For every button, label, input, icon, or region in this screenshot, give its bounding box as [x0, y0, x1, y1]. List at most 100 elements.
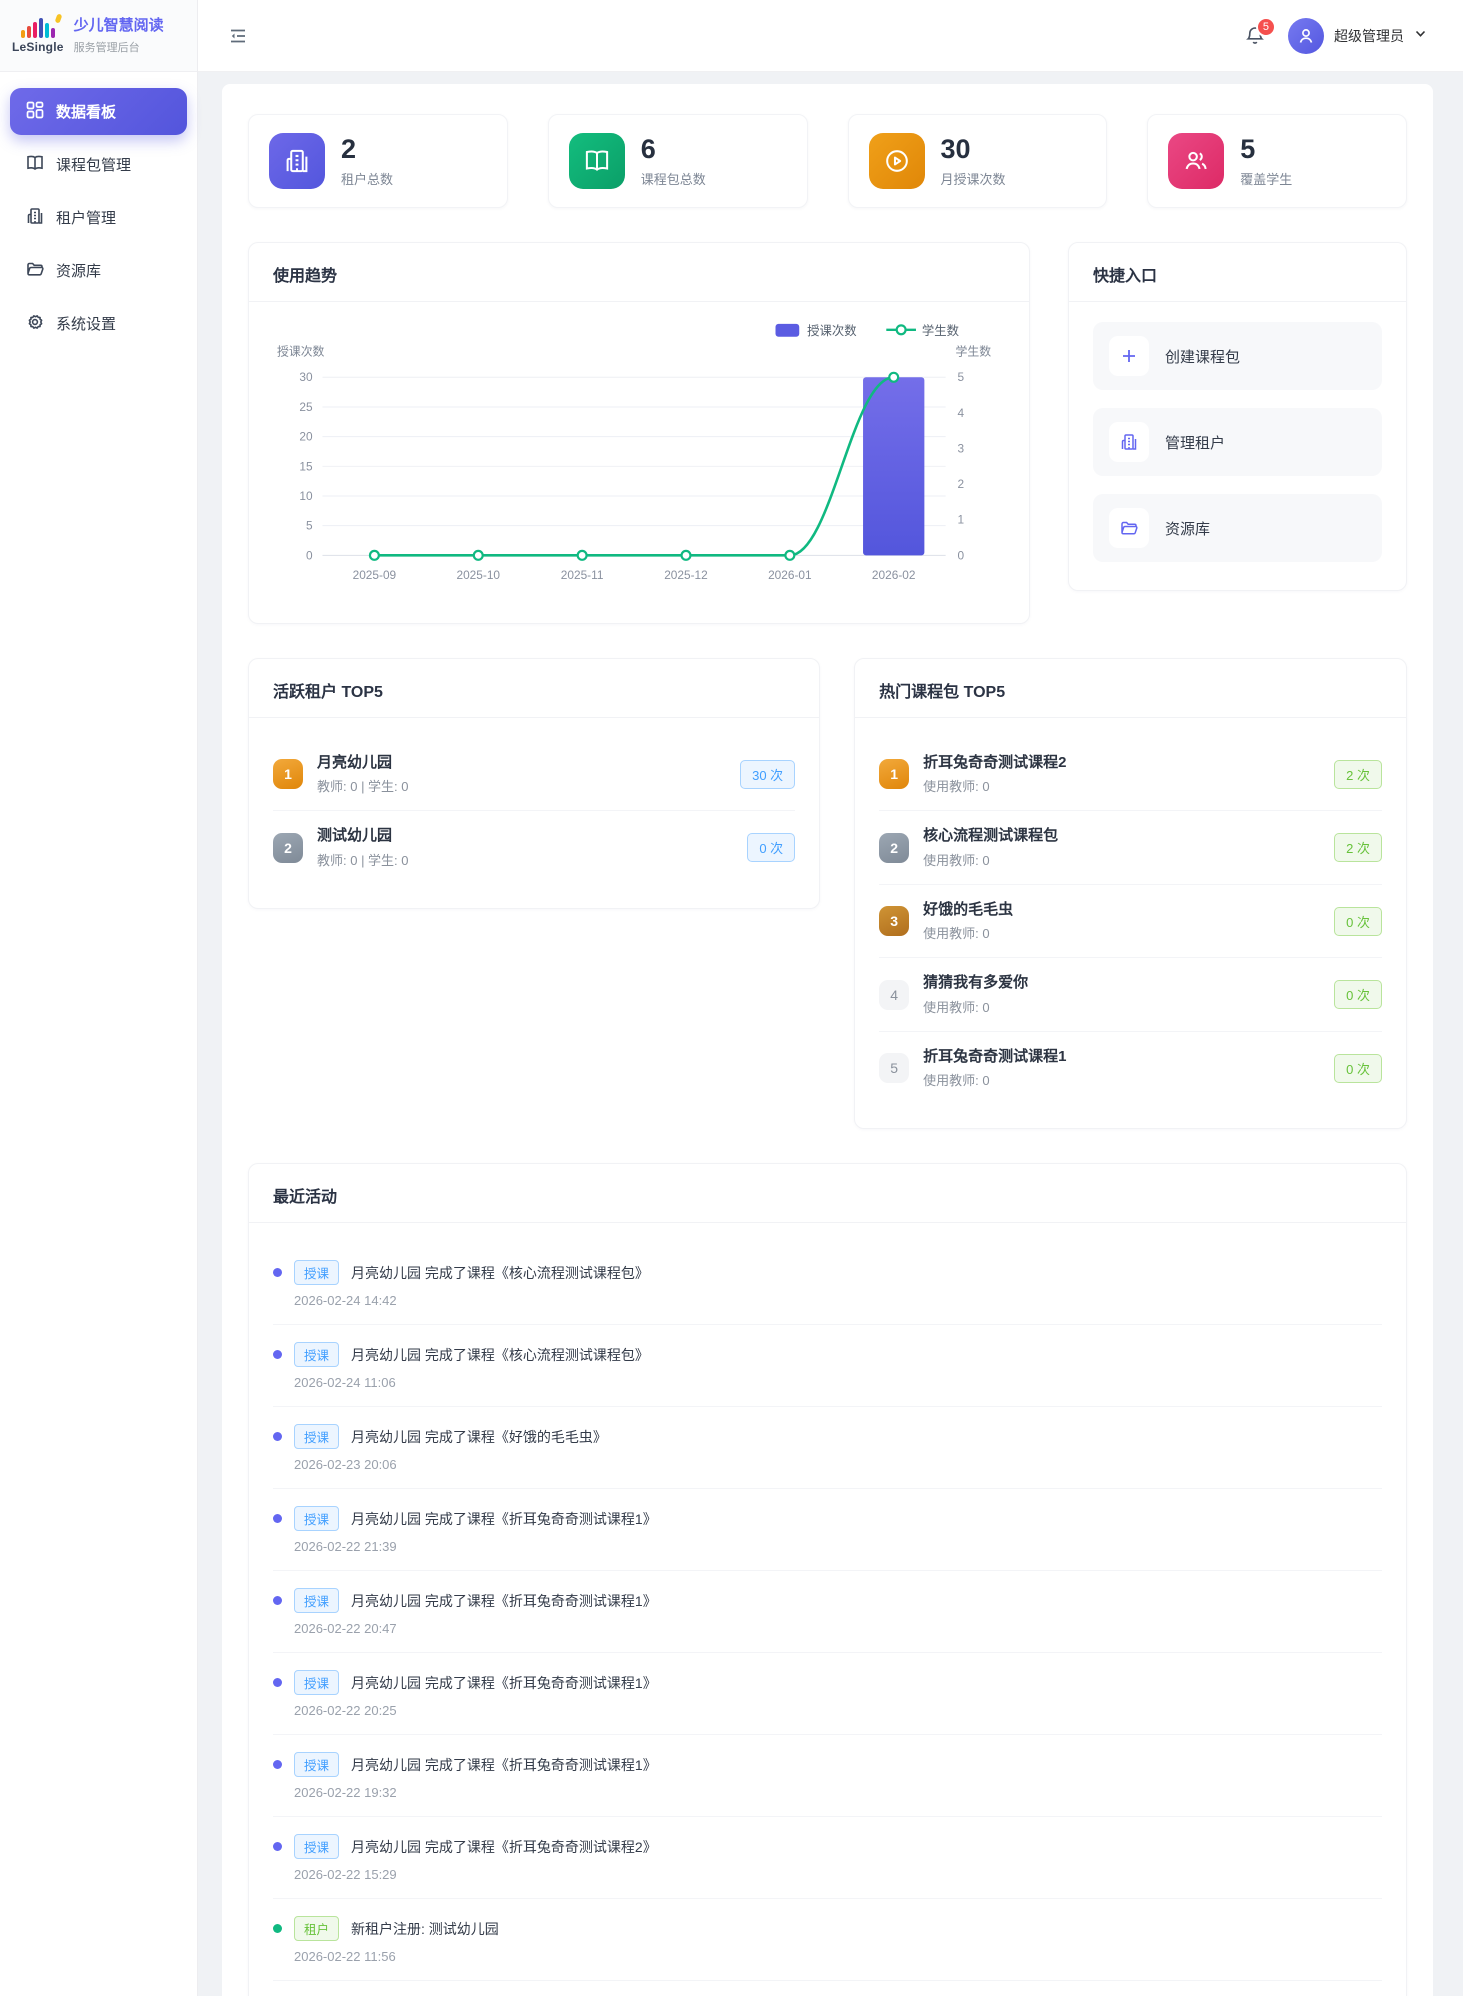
building-icon: [269, 133, 325, 189]
book-icon: [26, 154, 44, 176]
item-sub: 使用教师: 0: [923, 852, 990, 868]
quick-entry-manage-tenants[interactable]: 管理租户: [1093, 408, 1382, 476]
activity-type-badge: 授课: [294, 1588, 340, 1614]
brand: LeSingle 少儿智慧阅读 服务管理后台: [0, 0, 197, 72]
activity-line: 授课 月亮幼儿园 完成了课程《折耳兔奇奇测试课程2》: [273, 1834, 1382, 1860]
activity-type-badge: 授课: [294, 1424, 340, 1450]
stat-label: 覆盖学生: [1240, 171, 1293, 187]
notification-bell[interactable]: 5: [1244, 16, 1276, 47]
count-badge: 0 次: [1334, 906, 1382, 936]
activity-row: 授课 月亮幼儿园 完成了课程《核心流程测试课程包》 2026-02-24 14:42: [273, 1243, 1382, 1326]
hot-packages-card: 热门课程包 TOP5 1 折耳兔奇奇测试课程2 使用教师: 0 2 次 2 核心流程测试课…: [854, 657, 1407, 1130]
stat-label: 租户总数: [341, 171, 394, 187]
activity-type-badge: 授课: [294, 1670, 340, 1696]
sidebar-item-dashboard[interactable]: 数据看板: [10, 88, 187, 135]
activity-time: 2026-02-22 20:25: [294, 1703, 397, 1719]
item-name: 折耳兔奇奇测试课程2: [923, 753, 1067, 771]
sidebar-item-resources[interactable]: 资源库: [10, 247, 187, 294]
activity-dot: [273, 1924, 282, 1934]
recent-activity-list: 授课 月亮幼儿园 完成了课程《核心流程测试课程包》 2026-02-24 14:42…: [249, 1223, 1406, 1996]
sidebar-item-label: 租户管理: [56, 210, 117, 227]
svg-text:15: 15: [299, 459, 313, 473]
activity-text: 月亮幼儿园 完成了课程《折耳兔奇奇测试课程1》: [351, 1756, 657, 1773]
rank-info: 猜猜我有多爱你 使用教师: 0: [923, 973, 1320, 1016]
activity-type-badge: 租户: [294, 1916, 340, 1942]
activity-dot: [273, 1432, 282, 1442]
user-name: 超级管理员: [1334, 27, 1404, 44]
item-name: 测试幼儿园: [317, 827, 393, 845]
sidebar-item-course-packages[interactable]: 课程包管理: [10, 141, 187, 188]
stat-card-students: 5 覆盖学生: [1147, 114, 1407, 208]
avatar: [1288, 17, 1324, 54]
activity-text: 月亮幼儿园 完成了课程《折耳兔奇奇测试课程2》: [351, 1838, 657, 1855]
quick-entry-label: 资源库: [1165, 520, 1211, 538]
usage-trend-chart: 0 5 10 15 20 25 30 0 1 2 3 4 5 授课次数 学生数 2025-09 2025-10 2…: [249, 302, 1029, 623]
user-menu[interactable]: 超级管理员: [1288, 17, 1427, 54]
card-title: 活跃租户 TOP5: [249, 659, 820, 718]
activity-line: 租户 新租户注册: 测试幼儿园: [273, 1916, 1382, 1942]
activity-row: 授课 月亮幼儿园 完成了课程《好饿的毛毛虫》 2026-02-23 20:06: [273, 1407, 1382, 1490]
item-name: 猜猜我有多爱你: [923, 974, 1029, 992]
sidebar-item-label: 系统设置: [56, 316, 117, 333]
card-title: 使用趋势: [249, 243, 1029, 302]
quick-entry-create-package[interactable]: 创建课程包: [1093, 322, 1382, 390]
quick-entry-resources[interactable]: 资源库: [1093, 494, 1382, 562]
activity-text: 月亮幼儿园 完成了课程《好饿的毛毛虫》: [351, 1428, 607, 1445]
activity-line: 授课 月亮幼儿园 完成了课程《折耳兔奇奇测试课程1》: [273, 1588, 1382, 1614]
activity-line: 授课 月亮幼儿园 完成了课程《核心流程测试课程包》: [273, 1260, 1382, 1286]
item-sub: 使用教师: 0: [923, 999, 990, 1015]
item-name: 折耳兔奇奇测试课程1: [923, 1047, 1067, 1065]
count-badge: 2 次: [1334, 759, 1382, 789]
menu-fold-icon[interactable]: [228, 26, 248, 46]
activity-dot: [273, 1350, 282, 1360]
recent-activity-card: 最近活动 授课 月亮幼儿园 完成了课程《核心流程测试课程包》 2026-02-24 …: [248, 1163, 1407, 1996]
stat-value: 30: [940, 134, 971, 165]
item-sub: 使用教师: 0: [923, 779, 990, 795]
svg-text:3: 3: [958, 441, 965, 455]
activity-type-badge: 授课: [294, 1834, 340, 1860]
svg-text:2026-01: 2026-01: [768, 568, 812, 582]
usage-trend-card: 使用趋势 0 5 10 15 20 25 30 0 1 2 3 4 5 授课次数 学生数 2025-09 202…: [248, 242, 1030, 624]
logo-bars: [20, 12, 63, 38]
svg-text:2025-11: 2025-11: [561, 568, 604, 582]
rank-info: 核心流程测试课程包 使用教师: 0: [923, 826, 1320, 869]
activity-row: 授课 月亮幼儿园 完成了课程《折耳兔奇奇测试课程2》 2026-02-22 15:2…: [273, 1817, 1382, 1900]
sidebar-item-settings[interactable]: 系统设置: [10, 300, 187, 347]
activity-type-badge: 授课: [294, 1342, 340, 1368]
svg-text:5: 5: [958, 370, 965, 384]
count-badge: 2 次: [1334, 833, 1382, 862]
sidebar-menu: 数据看板 课程包管理 租户管理 资源库 系统设置: [0, 72, 197, 363]
activity-dot: [273, 1760, 282, 1770]
top5-row: 活跃租户 TOP5 1 月亮幼儿园 教师: 0 | 学生: 0 30 次 2 测试幼儿园教…: [248, 657, 1407, 1130]
stat-card-text: 5 覆盖学生: [1240, 134, 1292, 187]
activity-time: 2026-02-23 20:06: [294, 1457, 397, 1473]
activity-dot: [273, 1842, 282, 1852]
building-icon: [1109, 422, 1149, 462]
activity-dot: [273, 1678, 282, 1688]
gear-icon: [26, 313, 44, 335]
quick-entry-card: 快捷入口 创建课程包 管理租户 资源库: [1068, 242, 1407, 591]
item-sub: 教师: 0 | 学生: 0: [317, 852, 409, 868]
trend-row: 使用趋势 0 5 10 15 20 25 30 0 1 2 3 4 5 授课次数 学生数 2025-09 202…: [248, 242, 1407, 624]
list-item: 4 猜猜我有多爱你 使用教师: 0 0 次: [879, 958, 1382, 1032]
rank-info: 折耳兔奇奇测试课程1 使用教师: 0: [923, 1047, 1320, 1090]
stat-card-text: 2 租户总数: [341, 134, 393, 187]
activity-text: 新租户注册: 测试幼儿园: [351, 1920, 499, 1937]
brand-subtitle: 服务管理后台: [73, 41, 140, 54]
app-root: LeSingle 少儿智慧阅读 服务管理后台 数据看板 课程包管理 租户管理 资…: [0, 0, 1463, 1996]
stat-card-course-packages: 6 课程包总数: [547, 114, 808, 208]
svg-text:1: 1: [958, 513, 965, 527]
dashboard-panel: 2 租户总数 6 课程包总数 30 月授课次数 5 覆盖学生 使用趋势 0 5 …: [222, 84, 1433, 1996]
svg-text:10: 10: [299, 489, 313, 503]
activity-dot: [273, 1596, 282, 1606]
active-tenants-list: 1 月亮幼儿园 教师: 0 | 学生: 0 30 次 2 测试幼儿园 教师: 0 | 学生:…: [249, 718, 819, 908]
stat-label: 课程包总数: [640, 171, 706, 187]
stat-cards-row: 2 租户总数 6 课程包总数 30 月授课次数 5 覆盖学生: [248, 114, 1407, 208]
activity-time: 2026-02-22 19:32: [294, 1785, 397, 1801]
activity-line: 授课 月亮幼儿园 完成了课程《折耳兔奇奇测试课程1》: [273, 1752, 1382, 1778]
list-item: 2 核心流程测试课程包 使用教师: 0 2 次: [879, 811, 1382, 885]
stat-value: 5: [1240, 134, 1256, 165]
building-icon: [26, 207, 44, 229]
sidebar-item-tenants[interactable]: 租户管理: [10, 194, 187, 241]
count-badge: 30 次: [740, 759, 796, 789]
